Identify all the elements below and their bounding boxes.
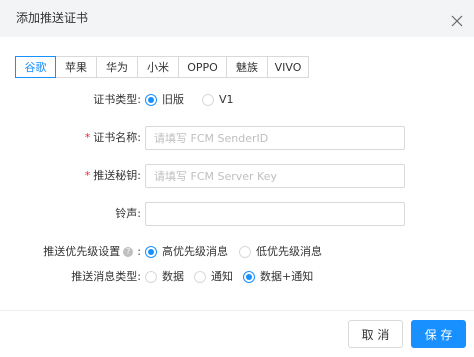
tab-apple[interactable]: 苹果 bbox=[55, 56, 97, 78]
radio-label: 数据+通知 bbox=[260, 270, 314, 283]
radio-label: 旧版 bbox=[162, 93, 184, 106]
message-type-radio-group: 数据 通知 数据+通知 bbox=[145, 270, 323, 284]
radio-label: 数据 bbox=[162, 270, 184, 283]
cert-type-option-old[interactable]: 旧版 bbox=[145, 93, 184, 107]
radio-checked-icon bbox=[145, 246, 157, 258]
tab-google[interactable]: 谷歌 bbox=[15, 56, 56, 78]
radio-unchecked-icon bbox=[239, 246, 251, 258]
tab-xiaomi[interactable]: 小米 bbox=[137, 56, 179, 78]
required-marker: * bbox=[84, 169, 91, 182]
radio-unchecked-icon bbox=[145, 271, 157, 283]
message-type-option-data-notification[interactable]: 数据+通知 bbox=[243, 270, 313, 284]
radio-unchecked-icon bbox=[202, 94, 214, 106]
tab-meizu[interactable]: 魅族 bbox=[226, 56, 268, 78]
priority-option-high[interactable]: 高优先级消息 bbox=[145, 245, 228, 259]
ringtone-label: 铃声: bbox=[115, 207, 141, 220]
push-key-input[interactable] bbox=[145, 164, 405, 188]
tab-vivo[interactable]: VIVO bbox=[267, 56, 309, 78]
footer-divider bbox=[0, 310, 474, 311]
cert-type-radio-group: 旧版 V1 bbox=[145, 93, 244, 107]
message-type-option-notification[interactable]: 通知 bbox=[194, 270, 233, 284]
close-icon-glyph bbox=[451, 15, 463, 27]
radio-label: 高优先级消息 bbox=[162, 245, 228, 258]
tab-huawei[interactable]: 华为 bbox=[96, 56, 138, 78]
push-key-label-text: 推送秘钥: bbox=[93, 169, 141, 182]
radio-unchecked-icon bbox=[194, 271, 206, 283]
dialog-header: 添加推送证书 bbox=[0, 0, 474, 37]
priority-label-text: 推送优先级设置 bbox=[43, 245, 121, 258]
close-icon[interactable] bbox=[451, 12, 463, 27]
push-key-label: * 推送秘钥: bbox=[85, 169, 141, 183]
radio-label: 通知 bbox=[211, 270, 233, 283]
required-marker: * bbox=[84, 131, 91, 144]
cancel-button[interactable]: 取 消 bbox=[348, 320, 403, 348]
platform-tabs: 谷歌 苹果 华为 小米 OPPO 魅族 VIVO bbox=[15, 56, 309, 78]
message-type-option-data[interactable]: 数据 bbox=[145, 270, 184, 284]
priority-label-colon: : bbox=[137, 245, 141, 258]
priority-option-low[interactable]: 低优先级消息 bbox=[239, 245, 322, 259]
dialog-title: 添加推送证书 bbox=[16, 11, 89, 25]
help-icon[interactable]: ? bbox=[123, 247, 134, 257]
tab-oppo[interactable]: OPPO bbox=[178, 56, 227, 78]
radio-label: V1 bbox=[219, 93, 234, 106]
cert-name-label-text: 证书名称: bbox=[93, 131, 141, 144]
cert-name-input[interactable] bbox=[145, 126, 405, 150]
cert-name-label: * 证书名称: bbox=[85, 131, 141, 145]
radio-checked-icon bbox=[243, 271, 255, 283]
ringtone-input[interactable] bbox=[145, 202, 405, 226]
save-button[interactable]: 保 存 bbox=[411, 320, 466, 348]
cert-type-label: 证书类型: bbox=[93, 93, 141, 106]
priority-label: 推送优先级设置?: bbox=[43, 245, 141, 259]
message-type-label: 推送消息类型: bbox=[71, 270, 141, 283]
cert-type-option-v1[interactable]: V1 bbox=[202, 93, 234, 107]
radio-label: 低优先级消息 bbox=[256, 245, 322, 258]
priority-radio-group: 高优先级消息 低优先级消息 bbox=[145, 245, 332, 259]
radio-checked-icon bbox=[145, 94, 157, 106]
